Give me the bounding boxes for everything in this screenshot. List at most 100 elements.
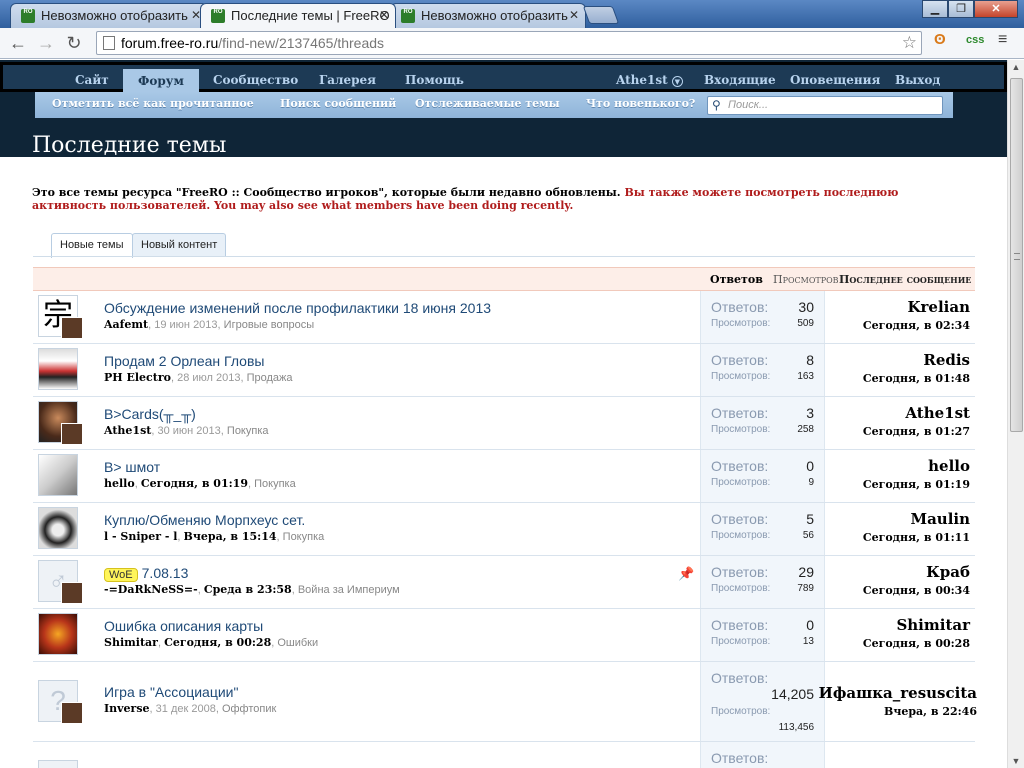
woe-prefix-badge[interactable]: WoE xyxy=(104,568,138,582)
last-post-user[interactable]: Redis xyxy=(863,351,970,369)
thread-forum[interactable]: Оффтопик xyxy=(222,703,276,715)
sort-views[interactable]: Просмотров xyxy=(773,273,839,286)
last-poster-avatar[interactable] xyxy=(61,702,83,724)
thread-title[interactable]: Ошибка описания карты xyxy=(104,618,263,634)
thread-forum[interactable]: Война за Империум xyxy=(298,584,400,596)
maximize-icon[interactable]: ❐ xyxy=(948,0,974,18)
last-post-user[interactable]: Athe1st xyxy=(863,404,970,422)
search-posts-link[interactable]: Поиск сообщений xyxy=(280,97,396,110)
last-post-time[interactable]: Вчера, в 22:46 xyxy=(819,705,977,718)
thread-forum[interactable]: Ошибки xyxy=(277,637,318,649)
thread-title[interactable]: В> шмот xyxy=(104,459,160,475)
thread-author[interactable]: Inverse xyxy=(104,702,150,715)
last-post-user[interactable]: Shimitar xyxy=(863,616,970,634)
nav-notifications[interactable]: Оповещения xyxy=(790,73,880,87)
replies-label: Ответов: xyxy=(711,299,769,315)
new-tab-button[interactable] xyxy=(582,6,620,24)
scrollbar-thumb[interactable] xyxy=(1010,78,1023,432)
nav-tab-gallery[interactable]: Галерея xyxy=(319,73,376,87)
reload-icon[interactable]: ↻ xyxy=(62,32,86,54)
thread-forum[interactable]: Покупка xyxy=(254,478,296,490)
thread-stats: Ответов: 14,205 Просмотров: 113,456 xyxy=(700,662,825,741)
thread-title[interactable]: Обсуждение изменений после профилактики … xyxy=(104,300,491,316)
last-post-time[interactable]: Сегодня, в 00:34 xyxy=(863,584,970,597)
avatar[interactable] xyxy=(38,348,78,390)
menu-icon[interactable]: ≡ xyxy=(998,31,1007,49)
forward-arrow-icon[interactable]: → xyxy=(34,32,58,54)
thread-title[interactable]: В>Cards(╥_╥) xyxy=(104,406,196,422)
extension-icon[interactable]: ʘ xyxy=(934,31,946,48)
avatar[interactable] xyxy=(38,454,78,496)
search-input[interactable]: ⚲ Поиск... xyxy=(707,96,943,115)
nav-tab-help[interactable]: Помощь xyxy=(405,73,464,87)
browser-tab-3[interactable]: RO Невозможно отобразить ✕ xyxy=(390,3,586,28)
scroll-down-icon[interactable]: ▼ xyxy=(1010,756,1022,766)
thread-author[interactable]: -=DaRkNeSS=- xyxy=(104,583,198,596)
thread-author[interactable]: Athe1st xyxy=(104,424,151,437)
last-post-time[interactable]: Сегодня, в 02:34 xyxy=(863,319,970,332)
browser-tab-1[interactable]: RO Невозможно отобразить ✕ xyxy=(10,3,208,28)
whats-new-link[interactable]: Что новенького? xyxy=(586,97,695,110)
mark-read-link[interactable]: Отметить всё как прочитанное xyxy=(52,97,254,110)
nav-tab-community[interactable]: Сообщество xyxy=(213,73,298,87)
close-window-icon[interactable]: ✕ xyxy=(974,0,1018,18)
back-arrow-icon[interactable]: ← xyxy=(6,32,30,54)
last-poster-avatar[interactable] xyxy=(61,582,83,604)
thread-date: 30 июн 2013 xyxy=(157,425,221,437)
thread-author[interactable]: hello xyxy=(104,477,135,490)
nav-tab-site[interactable]: Сайт xyxy=(75,73,109,87)
thread-date: 19 июн 2013 xyxy=(154,319,218,331)
bookmark-star-icon[interactable]: ☆ xyxy=(902,32,917,54)
chevron-down-icon: ▼ xyxy=(671,76,683,87)
views-label: Просмотров: xyxy=(711,583,771,594)
thread-forum[interactable]: Покупка xyxy=(227,425,269,437)
last-post-time[interactable]: Сегодня, в 00:28 xyxy=(863,637,970,650)
thread-author[interactable]: l - Sniper - l xyxy=(104,530,177,543)
thread-author[interactable]: Aafemt xyxy=(104,318,148,331)
watched-threads-link[interactable]: Отслеживаемые темы xyxy=(415,97,560,110)
replies-count: 0 xyxy=(806,617,814,633)
last-post-time[interactable]: Сегодня, в 01:27 xyxy=(863,425,970,438)
last-post-user[interactable]: hello xyxy=(863,457,970,475)
last-post-time[interactable]: Сегодня, в 01:19 xyxy=(863,478,970,491)
scroll-up-icon[interactable]: ▲ xyxy=(1010,62,1022,72)
thread-forum[interactable]: Игровые вопросы xyxy=(224,319,315,331)
tab-new-content[interactable]: Новый контент xyxy=(132,233,227,257)
last-post-user[interactable]: Ифашка_resuscita xyxy=(819,684,977,702)
sub-navbar: Отметить всё как прочитанное Поиск сообщ… xyxy=(35,92,953,118)
last-poster-avatar[interactable] xyxy=(61,423,83,445)
last-post-user[interactable]: Краб xyxy=(863,563,970,581)
thread-title[interactable]: Продам 2 Орлеан Гловы xyxy=(104,353,264,369)
thread-forum[interactable]: Покупка xyxy=(283,531,325,543)
minimize-icon[interactable]: ▁ xyxy=(922,0,948,18)
last-post-user[interactable]: Krelian xyxy=(863,298,970,316)
thread-author[interactable]: PH Electro xyxy=(104,371,171,384)
sort-replies[interactable]: Ответов xyxy=(710,273,763,286)
views-count: 163 xyxy=(797,371,814,382)
avatar[interactable] xyxy=(38,613,78,655)
browser-tab-2[interactable]: RO Последние темы | FreeRO ✕ xyxy=(200,3,396,28)
avatar[interactable] xyxy=(38,760,78,768)
last-post-user[interactable]: Maulin xyxy=(863,510,970,528)
browser-toolbar: ← → ↻ forum.free-ro.ru/find-new/2137465/… xyxy=(0,28,1024,59)
css-extension-icon[interactable]: css xyxy=(966,34,984,46)
last-post-time[interactable]: Сегодня, в 01:11 xyxy=(863,531,970,544)
last-poster-avatar[interactable] xyxy=(61,317,83,339)
thread-title[interactable]: 7.08.13 xyxy=(142,565,189,581)
user-menu[interactable]: Athe1st ▼ xyxy=(616,73,683,87)
last-post-time[interactable]: Сегодня, в 01:48 xyxy=(863,372,970,385)
nav-logout[interactable]: Выход xyxy=(895,73,940,87)
close-tab-icon[interactable]: ✕ xyxy=(379,8,389,22)
thread-author[interactable]: Shimitar xyxy=(104,636,158,649)
replies-label: Ответов: xyxy=(711,458,769,474)
thread-forum[interactable]: Продажа xyxy=(247,372,293,384)
vertical-scrollbar[interactable]: ▲ ▼ xyxy=(1007,60,1024,768)
address-bar[interactable]: forum.free-ro.ru/find-new/2137465/thread… xyxy=(96,31,922,55)
thread-title[interactable]: Игра в "Ассоциации" xyxy=(104,684,238,700)
sort-last-post[interactable]: Последнее сообщение xyxy=(839,273,971,286)
tab-new-threads[interactable]: Новые темы xyxy=(51,233,133,258)
close-tab-icon[interactable]: ✕ xyxy=(569,8,579,22)
thread-title[interactable]: Куплю/Обменяю Морпхеус сет. xyxy=(104,512,305,528)
nav-inbox[interactable]: Входящие xyxy=(704,73,776,87)
avatar[interactable] xyxy=(38,507,78,549)
